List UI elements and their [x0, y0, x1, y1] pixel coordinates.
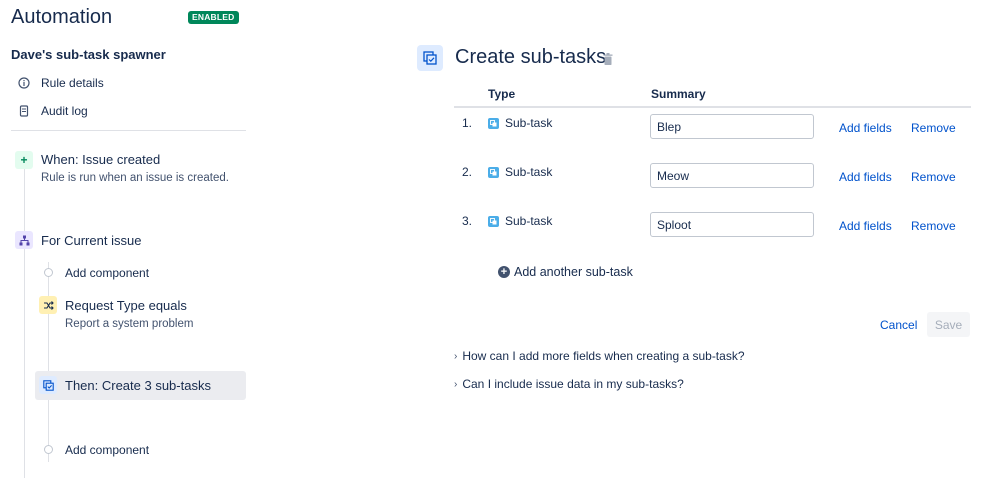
- row-type: Sub-task: [488, 214, 552, 228]
- add-circle-icon: +: [498, 266, 510, 278]
- faq-item[interactable]: › How can I add more fields when creatin…: [454, 349, 745, 363]
- summary-input[interactable]: [650, 163, 814, 188]
- plus-icon: +: [15, 151, 33, 169]
- branch-icon: [15, 231, 33, 249]
- remove-button[interactable]: Remove: [911, 170, 956, 184]
- row-type: Sub-task: [488, 165, 552, 179]
- document-icon: [18, 105, 30, 117]
- save-button[interactable]: Save: [927, 312, 970, 337]
- flow-connector: [24, 168, 25, 478]
- add-fields-button[interactable]: Add fields: [839, 121, 892, 135]
- faq-item[interactable]: › Can I include issue data in my sub-tas…: [454, 377, 684, 391]
- condition-subtitle: Report a system problem: [65, 318, 194, 330]
- column-header-type: Type: [488, 87, 516, 101]
- shuffle-icon: [39, 296, 57, 314]
- chevron-right-icon: ›: [454, 378, 458, 390]
- faq-label: Can I include issue data in my sub-tasks…: [462, 377, 684, 391]
- subtask-icon: [39, 376, 57, 394]
- nav-rule-details-label: Rule details: [41, 76, 104, 90]
- table-header-rule: [454, 106, 971, 108]
- editor-title: Create sub-tasks: [455, 46, 607, 68]
- row-number: 2.: [462, 165, 473, 179]
- subtask-type-icon: [488, 166, 499, 178]
- trash-icon[interactable]: [603, 53, 613, 65]
- nav-rule-details[interactable]: Rule details: [18, 76, 104, 90]
- branch-connector: [48, 262, 49, 462]
- row-type-label: Sub-task: [505, 165, 553, 179]
- cancel-button[interactable]: Cancel: [872, 312, 925, 337]
- faq-label: How can I add more fields when creating …: [462, 349, 745, 363]
- row-type: Sub-task: [488, 116, 552, 130]
- page-title: Automation: [11, 6, 113, 28]
- subtask-type-icon: [488, 117, 499, 129]
- trigger-title[interactable]: When: Issue created: [41, 152, 160, 167]
- summary-input[interactable]: [650, 212, 814, 237]
- add-node: [44, 268, 53, 277]
- add-component-button[interactable]: Add component: [65, 266, 149, 280]
- rule-name: Dave's sub-task spawner: [11, 47, 166, 62]
- condition-title[interactable]: Request Type equals: [65, 298, 187, 313]
- remove-button[interactable]: Remove: [911, 121, 956, 135]
- chevron-right-icon: ›: [454, 350, 458, 362]
- add-node: [44, 445, 53, 454]
- status-badge: ENABLED: [188, 11, 239, 24]
- add-fields-button[interactable]: Add fields: [839, 170, 892, 184]
- sidebar-divider: [11, 130, 246, 131]
- add-another-label: Add another sub-task: [514, 265, 633, 279]
- add-component-button[interactable]: Add component: [65, 443, 149, 457]
- subtask-icon: [417, 45, 443, 71]
- add-another-subtask-button[interactable]: + Add another sub-task: [498, 265, 633, 279]
- row-type-label: Sub-task: [505, 116, 553, 130]
- subtask-type-icon: [488, 215, 499, 227]
- row-number: 3.: [462, 214, 473, 228]
- column-header-summary: Summary: [651, 87, 706, 101]
- branch-title[interactable]: For Current issue: [41, 233, 141, 248]
- info-icon: [18, 77, 30, 89]
- row-number: 1.: [462, 116, 473, 130]
- add-fields-button[interactable]: Add fields: [839, 219, 892, 233]
- nav-audit-log[interactable]: Audit log: [18, 104, 88, 118]
- nav-audit-log-label: Audit log: [41, 104, 88, 118]
- summary-input[interactable]: [650, 114, 814, 139]
- trigger-subtitle: Rule is run when an issue is created.: [41, 172, 229, 184]
- remove-button[interactable]: Remove: [911, 219, 956, 233]
- action-title[interactable]: Then: Create 3 sub-tasks: [65, 378, 211, 393]
- row-type-label: Sub-task: [505, 214, 553, 228]
